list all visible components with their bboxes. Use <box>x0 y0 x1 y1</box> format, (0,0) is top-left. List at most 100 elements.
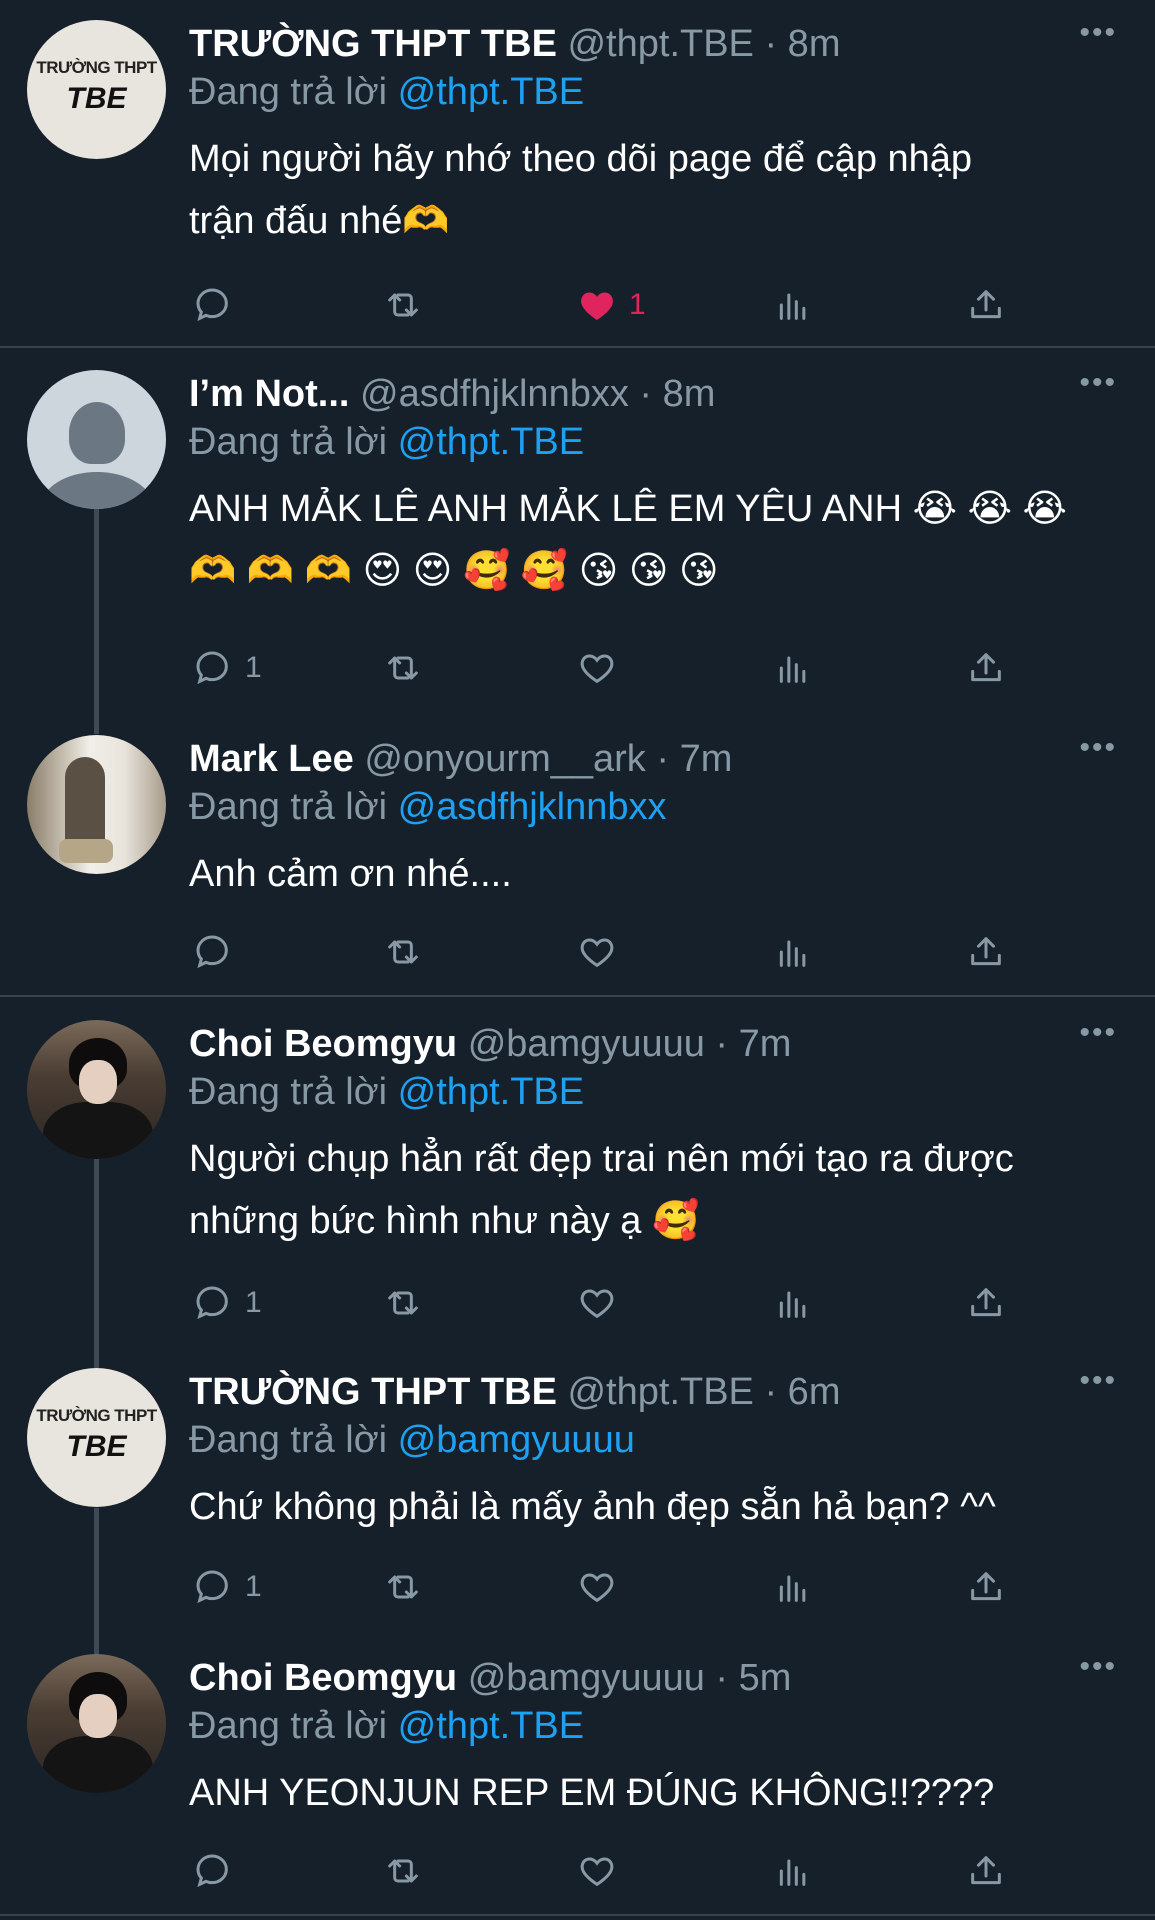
analytics-button[interactable] <box>773 927 813 977</box>
replying-to: Đang trả lời @thpt.TBE <box>189 70 584 114</box>
avatar-photo <box>79 1060 117 1104</box>
tweet-text-line: Anh cảm ơn nhé.... <box>189 853 512 895</box>
retweet-button[interactable] <box>383 1846 423 1896</box>
timestamp[interactable]: · 5m <box>715 1657 791 1699</box>
mention-link[interactable]: @thpt.TBE <box>398 1071 584 1113</box>
user-handle[interactable]: @bamgyuuuu <box>468 1657 705 1699</box>
tweet-divider <box>0 995 1155 997</box>
user-handle[interactable]: @thpt.TBE <box>567 23 753 65</box>
tweet-header: Choi Beomgyu @bamgyuuuu · 5m <box>189 1656 791 1700</box>
timestamp[interactable]: · 8m <box>639 373 715 415</box>
tweet-text-line: Chứ không phải là mấy ảnh đẹp sẵn hả bạn… <box>189 1486 996 1528</box>
more-options-icon[interactable]: ••• <box>1079 16 1117 50</box>
tweet-text: ANH MẢK LÊ ANH MẢK LÊ EM YÊU ANH 😭 😭 😭 🫶… <box>189 478 1119 602</box>
tweet[interactable]: I’m Not... @asdfhjklnnbxx · 8m ••• Đang … <box>0 350 1155 715</box>
share-button[interactable] <box>966 1846 1006 1896</box>
timestamp[interactable]: · 7m <box>656 738 732 780</box>
reply-button[interactable]: 1 <box>193 643 262 693</box>
tweet-text: ANH YEONJUN REP EM ĐÚNG KHÔNG!!???? <box>189 1762 1119 1824</box>
avatar[interactable] <box>27 1020 166 1159</box>
timestamp[interactable]: · 6m <box>764 1371 840 1413</box>
avatar[interactable] <box>27 1654 166 1793</box>
tweet-text: Mọi người hãy nhớ theo dõi page để cập n… <box>189 128 1119 252</box>
analytics-button[interactable] <box>773 1846 813 1896</box>
analytics-icon <box>779 1291 806 1318</box>
retweet-button[interactable] <box>383 1278 423 1328</box>
more-options-icon[interactable]: ••• <box>1079 1650 1117 1684</box>
user-handle[interactable]: @thpt.TBE <box>567 1371 753 1413</box>
retweet-button[interactable] <box>383 1562 423 1612</box>
more-options-icon[interactable]: ••• <box>1079 1016 1117 1050</box>
timestamp[interactable]: · 7m <box>715 1023 791 1065</box>
reply-button[interactable]: 1 <box>193 1278 262 1328</box>
reply-button[interactable]: 1 <box>193 1562 262 1612</box>
tweet[interactable]: TRƯỜNG THPT TBE TRƯỜNG THPT TBE @thpt.TB… <box>0 1348 1155 1634</box>
like-button[interactable]: 1 <box>577 280 646 330</box>
display-name[interactable]: TRƯỜNG THPT TBE <box>189 1371 557 1413</box>
analytics-button[interactable] <box>773 280 813 330</box>
replying-to-label: Đang trả lời <box>189 786 388 828</box>
avatar[interactable] <box>27 370 166 509</box>
like-button[interactable] <box>577 1846 629 1896</box>
like-button[interactable] <box>577 1562 629 1612</box>
avatar[interactable]: TRƯỜNG THPT TBE <box>27 1368 166 1507</box>
tweet-header: Choi Beomgyu @bamgyuuuu · 7m <box>189 1022 791 1066</box>
replying-to: Đang trả lời @asdfhjklnnbxx <box>189 785 667 829</box>
share-button[interactable] <box>966 643 1006 693</box>
reply-icon <box>196 935 228 969</box>
retweet-icon <box>388 1859 418 1883</box>
user-handle[interactable]: @onyourm__ark <box>364 738 645 780</box>
heart-filled-icon <box>581 292 613 320</box>
reply-button[interactable] <box>193 280 245 330</box>
like-button[interactable] <box>577 1278 629 1328</box>
replying-to: Đang trả lời @thpt.TBE <box>189 1070 584 1114</box>
analytics-button[interactable] <box>773 643 813 693</box>
tweet-text-line: Người chụp hẳn rất đẹp trai nên mới tạo … <box>189 1138 1014 1180</box>
mention-link[interactable]: @asdfhjklnnbxx <box>398 786 667 828</box>
analytics-button[interactable] <box>773 1278 813 1328</box>
more-options-icon[interactable]: ••• <box>1079 1364 1117 1398</box>
retweet-icon <box>388 1575 418 1599</box>
heart-icon <box>580 654 614 684</box>
retweet-button[interactable] <box>383 927 423 977</box>
user-handle[interactable]: @bamgyuuuu <box>468 1023 705 1065</box>
display-name[interactable]: Mark Lee <box>189 738 354 780</box>
retweet-button[interactable] <box>383 643 423 693</box>
share-button[interactable] <box>966 1562 1006 1612</box>
more-options-icon[interactable]: ••• <box>1079 366 1117 400</box>
display-name[interactable]: Choi Beomgyu <box>189 1023 457 1065</box>
tweet[interactable]: Choi Beomgyu @bamgyuuuu · 5m ••• Đang tr… <box>0 1634 1155 1920</box>
analytics-button[interactable] <box>773 1562 813 1612</box>
heart-icon <box>580 1289 614 1319</box>
share-button[interactable] <box>966 280 1006 330</box>
replying-to: Đang trả lời @thpt.TBE <box>189 420 584 464</box>
share-button[interactable] <box>966 927 1006 977</box>
avatar[interactable]: TRƯỜNG THPT TBE <box>27 20 166 159</box>
reply-button[interactable] <box>193 927 245 977</box>
display-name[interactable]: TRƯỜNG THPT TBE <box>189 23 557 65</box>
mention-link[interactable]: @thpt.TBE <box>398 421 584 463</box>
share-icon <box>971 1856 1001 1885</box>
action-bar <box>189 927 1089 977</box>
tweet-text: Anh cảm ơn nhé.... <box>189 843 1119 905</box>
user-handle[interactable]: @asdfhjklnnbxx <box>360 373 629 415</box>
display-name[interactable]: Choi Beomgyu <box>189 1657 457 1699</box>
more-options-icon[interactable]: ••• <box>1079 731 1117 765</box>
reply-feed: TRƯỜNG THPT TBE TRƯỜNG THPT TBE @thpt.TB… <box>0 0 1155 1920</box>
reply-button[interactable] <box>193 1846 245 1896</box>
tweet[interactable]: Mark Lee @onyourm__ark · 7m ••• Đang trả… <box>0 715 1155 995</box>
tweet[interactable]: TRƯỜNG THPT TBE TRƯỜNG THPT TBE @thpt.TB… <box>0 0 1155 346</box>
timestamp[interactable]: · 8m <box>764 23 840 65</box>
like-button[interactable] <box>577 643 629 693</box>
tweet[interactable]: Choi Beomgyu @bamgyuuuu · 7m ••• Đang tr… <box>0 1000 1155 1350</box>
mention-link[interactable]: @thpt.TBE <box>398 1705 584 1747</box>
retweet-button[interactable] <box>383 280 423 330</box>
like-button[interactable] <box>577 927 629 977</box>
display-name[interactable]: I’m Not... <box>189 373 349 415</box>
mention-link[interactable]: @bamgyuuuu <box>398 1419 635 1461</box>
share-button[interactable] <box>966 1278 1006 1328</box>
reply-icon <box>196 1854 228 1888</box>
replying-to-label: Đang trả lời <box>189 1419 388 1461</box>
avatar[interactable] <box>27 735 166 874</box>
mention-link[interactable]: @thpt.TBE <box>398 71 584 113</box>
